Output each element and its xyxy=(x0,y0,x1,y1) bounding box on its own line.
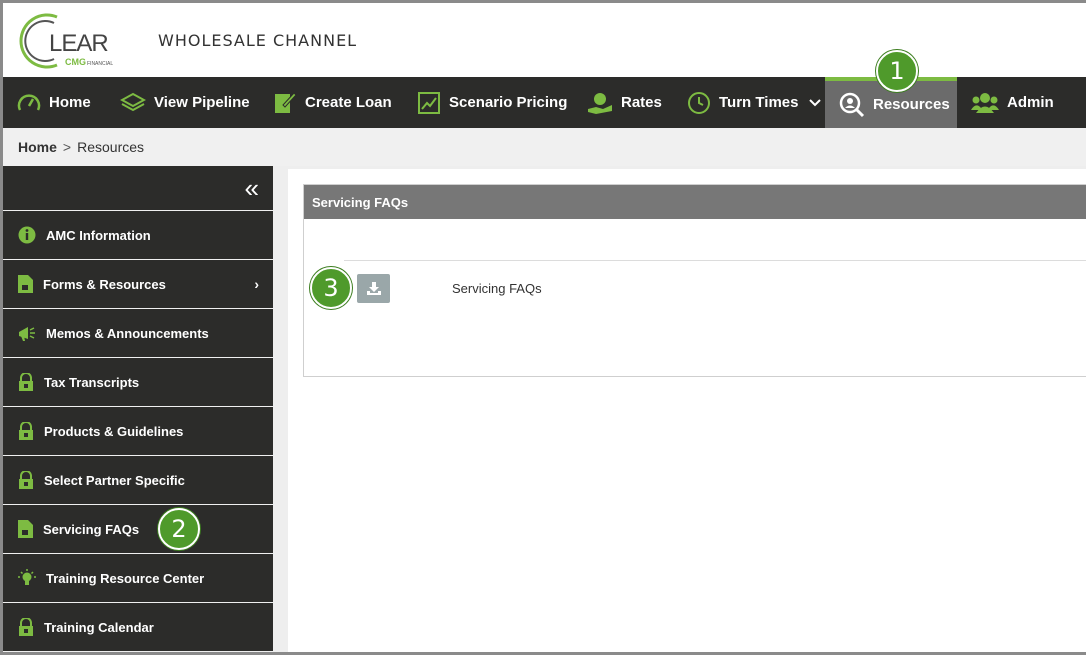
panel-title: Servicing FAQs xyxy=(304,185,1086,219)
breadcrumb-separator: > xyxy=(62,139,72,155)
money-hand-icon xyxy=(588,92,612,114)
file-label[interactable]: Servicing FAQs xyxy=(452,281,542,296)
nav-admin-label: Admin xyxy=(1007,94,1054,111)
header: LEAR CMG FINANCIAL WHOLESALE CHANNEL xyxy=(3,3,1086,77)
download-button[interactable] xyxy=(357,274,390,303)
clock-icon xyxy=(688,91,710,114)
nav-home-label: Home xyxy=(49,94,91,111)
sidebar-item-training-calendar[interactable]: Training Calendar xyxy=(3,603,273,652)
nav-turn-times[interactable]: Turn Times xyxy=(687,77,822,128)
sidebar-item-servicing-faqs[interactable]: Servicing FAQs xyxy=(3,505,273,554)
nav-rates[interactable]: Rates xyxy=(587,77,662,128)
sidebar-item-label: Training Resource Center xyxy=(46,570,205,586)
chevron-down-icon[interactable] xyxy=(808,96,822,110)
nav-view-pipeline-label: View Pipeline xyxy=(154,94,250,111)
sidebar-item-label: Select Partner Specific xyxy=(44,472,185,488)
app-frame: LEAR CMG FINANCIAL WHOLESALE CHANNEL Hom… xyxy=(0,0,1086,655)
nav-create-loan-label: Create Loan xyxy=(305,94,392,111)
breadcrumb-home[interactable]: Home xyxy=(18,139,57,155)
svg-text:FINANCIAL: FINANCIAL xyxy=(87,61,113,67)
sidebar-item-forms-resources[interactable]: Forms & Resources › xyxy=(3,260,273,309)
edit-document-icon xyxy=(275,91,297,113)
sidebar-item-label: Tax Transcripts xyxy=(44,374,140,390)
sidebar-item-select-partner-specific[interactable]: Select Partner Specific xyxy=(3,456,273,505)
document-icon xyxy=(18,520,33,538)
sidebar-item-tax-transcripts[interactable]: Tax Transcripts xyxy=(3,358,273,407)
sidebar-item-amc-information[interactable]: AMC Information xyxy=(3,211,273,260)
sidebar-item-products-guidelines[interactable]: Products & Guidelines xyxy=(3,407,273,456)
clear-logo[interactable]: LEAR CMG FINANCIAL xyxy=(17,7,157,73)
callout-3: 3 xyxy=(310,267,352,309)
megaphone-icon xyxy=(19,327,35,341)
sidebar-item-label: Training Calendar xyxy=(44,619,154,635)
main-content: Servicing FAQs Servicing FAQs xyxy=(288,169,1086,652)
layers-icon xyxy=(120,92,146,111)
nav-create-loan[interactable]: Create Loan xyxy=(273,77,392,128)
sidebar-collapse-row: « xyxy=(3,166,273,211)
sidebar: « AMC Information Forms & Resources › Me… xyxy=(3,166,273,652)
lock-icon xyxy=(19,422,33,440)
lightbulb-icon xyxy=(18,569,36,585)
user-search-icon xyxy=(839,92,865,117)
download-icon xyxy=(366,282,381,295)
svg-text:CMG: CMG xyxy=(65,57,86,67)
nav-view-pipeline[interactable]: View Pipeline xyxy=(120,77,250,128)
nav-scenario-pricing[interactable]: Scenario Pricing xyxy=(417,77,567,128)
sidebar-item-training-resource-center[interactable]: Training Resource Center xyxy=(3,554,273,603)
info-icon xyxy=(18,226,36,244)
servicing-faqs-panel: Servicing FAQs Servicing FAQs xyxy=(303,184,1086,377)
breadcrumb-current: Resources xyxy=(77,139,145,155)
sidebar-item-memos-announcements[interactable]: Memos & Announcements xyxy=(3,309,273,358)
nav-home[interactable]: Home xyxy=(17,77,91,128)
lock-icon xyxy=(19,373,33,391)
main-nav: Home View Pipeline Create Loan Scenario … xyxy=(3,77,1086,128)
callout-1: 1 xyxy=(876,50,918,92)
lock-icon xyxy=(19,471,33,489)
callout-2: 2 xyxy=(158,508,200,550)
channel-title: WHOLESALE CHANNEL xyxy=(158,31,358,50)
nav-turn-times-label: Turn Times xyxy=(719,94,799,111)
chevron-right-icon: › xyxy=(254,276,259,292)
sidebar-item-label: Forms & Resources xyxy=(43,276,166,292)
panel-divider xyxy=(344,260,1086,261)
nav-rates-label: Rates xyxy=(621,94,662,111)
speedometer-icon xyxy=(17,93,41,111)
nav-admin[interactable]: Admin xyxy=(971,77,1054,128)
chart-icon xyxy=(418,91,440,114)
sidebar-item-label: Products & Guidelines xyxy=(44,423,184,439)
collapse-icon[interactable]: « xyxy=(245,173,259,204)
nav-resources-label: Resources xyxy=(873,96,950,113)
sidebar-item-label: Memos & Announcements xyxy=(46,325,209,341)
document-icon xyxy=(18,275,33,293)
sidebar-item-label: Servicing FAQs xyxy=(43,521,140,537)
users-icon xyxy=(971,92,999,113)
lock-icon xyxy=(19,618,33,636)
breadcrumb: Home > Resources xyxy=(3,128,1086,166)
nav-scenario-pricing-label: Scenario Pricing xyxy=(449,94,568,111)
svg-text:LEAR: LEAR xyxy=(49,30,108,57)
sidebar-item-label: AMC Information xyxy=(46,227,151,243)
